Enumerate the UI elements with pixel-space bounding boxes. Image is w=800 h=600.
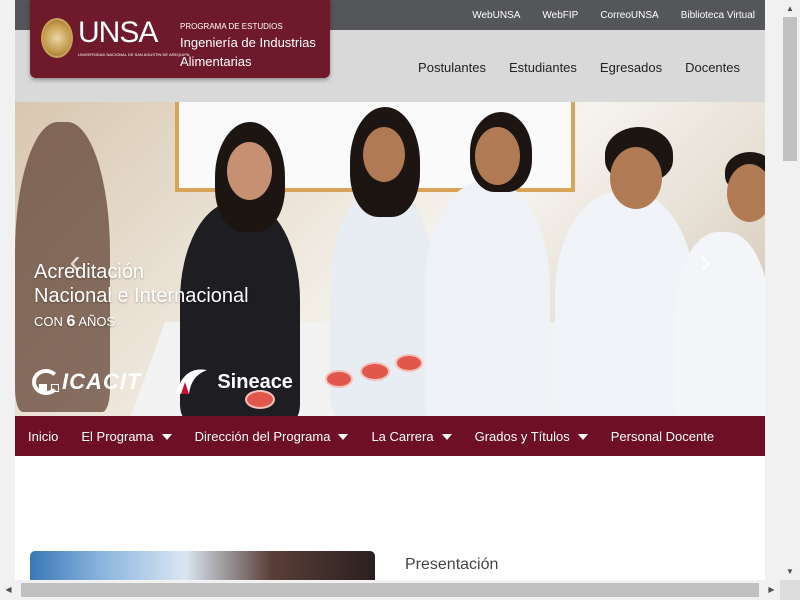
vertical-scroll-thumb[interactable] [783, 17, 797, 161]
program-nav-label: La Carrera [371, 428, 434, 444]
accreditation-logos: ICACIT Sineace [32, 364, 293, 400]
scrollbar-corner [780, 580, 800, 600]
top-link-correounsa[interactable]: CorreoUNSA [600, 10, 658, 21]
icacit-logo-text: ICACIT [62, 369, 142, 394]
carousel-next-button[interactable]: › [690, 242, 720, 282]
carousel-indicators [39, 384, 59, 392]
hero-caption-con: CON [34, 314, 63, 329]
program-nav-label: Personal Docente [610, 428, 715, 444]
sineace-logo: Sineace [171, 364, 293, 400]
top-link-webfip[interactable]: WebFIP [542, 10, 578, 21]
hero-person-graphic [227, 142, 272, 200]
hero-petri-dish-graphic [360, 362, 390, 381]
program-nav: Inicio El Programa Dirección del Program… [15, 416, 765, 456]
university-seal-icon [41, 18, 73, 58]
program-nav-la-carrera[interactable]: La Carrera [371, 428, 452, 444]
scroll-up-arrow-icon[interactable]: ▲ [780, 0, 800, 17]
program-nav-label: Inicio [28, 428, 59, 444]
presentation-title: Presentación [405, 556, 499, 573]
program-nav-grados-titulos[interactable]: Grados y Títulos [475, 429, 588, 444]
nav-estudiantes[interactable]: Estudiantes [509, 58, 577, 75]
hero-carousel: Acreditación Nacional e Internacional CO… [15, 102, 765, 416]
main-nav: Postulantes Estudiantes Egresados Docent… [418, 30, 740, 102]
horizontal-scrollbar[interactable]: ◀ ▶ [0, 580, 780, 600]
hero-caption-years-unit: AÑOS [78, 314, 116, 329]
hero-petri-dish-graphic [395, 354, 423, 372]
top-link-webunsa[interactable]: WebUNSA [472, 10, 520, 21]
program-nav-inicio[interactable]: Inicio [28, 429, 58, 444]
program-nav-label: Grados y Títulos [474, 428, 570, 444]
program-nav-el-programa[interactable]: El Programa [81, 428, 172, 444]
caret-down-icon [577, 433, 588, 440]
scroll-down-arrow-icon[interactable]: ▼ [780, 563, 800, 580]
hero-person-graphic [675, 232, 765, 416]
header: UNSA UNIVERSIDAD NACIONAL DE SAN AGUSTIN… [15, 0, 765, 102]
program-nav-direccion[interactable]: Dirección del Programa [195, 429, 349, 444]
hero-person-graphic [555, 192, 695, 416]
program-name: Ingeniería de Industrias Alimentarias [180, 35, 316, 69]
program-nav-personal-docente[interactable]: Personal Docente [611, 429, 714, 444]
program-label: PROGRAMA DE ESTUDIOS [180, 22, 283, 31]
scroll-left-arrow-icon[interactable]: ◀ [0, 580, 17, 600]
vertical-scrollbar[interactable]: ▲ ▼ [780, 0, 800, 580]
hero-caption-years: CON 6 AÑOS [34, 310, 249, 334]
nav-postulantes[interactable]: Postulantes [418, 58, 486, 75]
hero-person-graphic [727, 164, 765, 222]
caret-down-icon [441, 433, 452, 440]
hero-person-graphic [610, 147, 662, 209]
carousel-prev-button[interactable]: ‹ [60, 242, 90, 282]
carousel-indicator[interactable] [39, 384, 47, 392]
sineace-bird-icon [171, 364, 211, 400]
hero-person-graphic [363, 127, 405, 182]
hero-caption-line2: Nacional e Internacional [34, 285, 249, 307]
carousel-indicator[interactable] [51, 384, 59, 392]
program-nav-label: El Programa [81, 428, 154, 444]
caret-down-icon [161, 433, 172, 440]
hero-petri-dish-graphic [325, 370, 353, 388]
presentation-image [30, 551, 375, 580]
hero-person-graphic [425, 182, 550, 416]
program-nav-label: Dirección del Programa [194, 428, 331, 444]
nav-docentes[interactable]: Docentes [685, 58, 740, 75]
top-links: WebUNSA WebFIP CorreoUNSA Biblioteca Vir… [472, 0, 755, 30]
nav-egresados[interactable]: Egresados [600, 58, 662, 75]
horizontal-scroll-thumb[interactable] [21, 583, 759, 597]
hero-caption-years-number: 6 [66, 313, 76, 330]
caret-down-icon [338, 433, 349, 440]
brand-university-fullname: UNIVERSIDAD NACIONAL DE SAN AGUSTIN DE A… [78, 52, 190, 57]
sineace-logo-text: Sineace [217, 370, 293, 393]
page: WebUNSA WebFIP CorreoUNSA Biblioteca Vir… [15, 0, 765, 580]
site-logo[interactable]: UNSA UNIVERSIDAD NACIONAL DE SAN AGUSTIN… [30, 0, 330, 78]
hero-person-graphic [475, 127, 520, 185]
scroll-right-arrow-icon[interactable]: ▶ [763, 580, 780, 600]
top-link-biblioteca-virtual[interactable]: Biblioteca Virtual [681, 10, 755, 21]
brand-name: UNSA [78, 16, 158, 49]
